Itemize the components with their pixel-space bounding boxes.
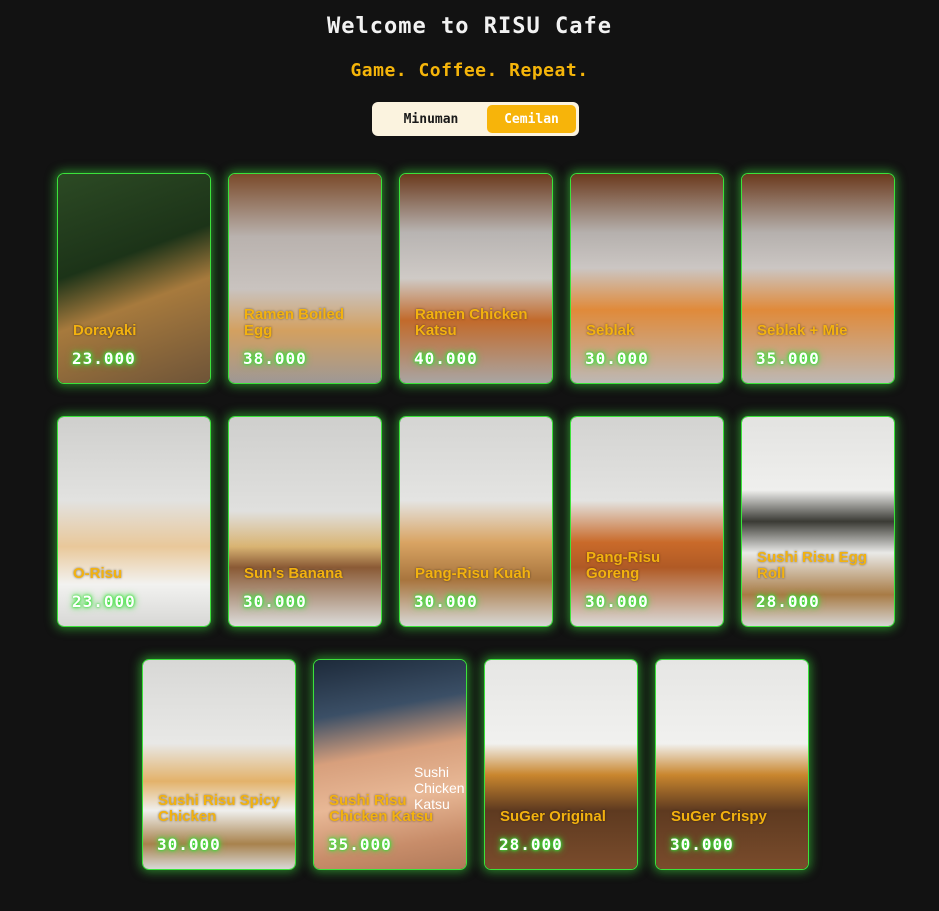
menu-card-ramen-chicken-katsu[interactable]: Ramen Chicken Katsu 40.000 bbox=[399, 173, 553, 384]
menu-card-sushi-risu-spicy-chicken[interactable]: Sushi Risu Spicy Chicken 30.000 bbox=[142, 659, 296, 870]
menu-item-price: 35.000 bbox=[328, 835, 392, 854]
menu-card-o-risu[interactable]: O-Risu 23.000 bbox=[57, 416, 211, 627]
menu-card-ramen-boiled-egg[interactable]: Ramen Boiled Egg 38.000 bbox=[228, 173, 382, 384]
menu-item-name: Sun's Banana bbox=[244, 565, 343, 582]
tab-cemilan[interactable]: Cemilan bbox=[487, 105, 576, 133]
menu-card-suger-original[interactable]: SuGer Original 28.000 bbox=[484, 659, 638, 870]
menu-item-name: Ramen Boiled Egg bbox=[244, 306, 345, 339]
menu-item-price: 23.000 bbox=[72, 349, 136, 368]
menu-item-price: 40.000 bbox=[414, 349, 478, 368]
menu-item-name: Seblak bbox=[586, 322, 635, 339]
menu-card-sushi-risu-chicken-katsu[interactable]: Sushi Chicken Katsu Sushi Risu Chicken K… bbox=[313, 659, 467, 870]
menu-item-price: 28.000 bbox=[756, 592, 820, 611]
menu-item-name: Dorayaki bbox=[73, 322, 137, 339]
page-title: Welcome to RISU Cafe bbox=[327, 14, 612, 39]
menu-item-name: Ramen Chicken Katsu bbox=[415, 306, 528, 339]
menu-item-price: 30.000 bbox=[243, 592, 307, 611]
menu-item-price: 30.000 bbox=[585, 592, 649, 611]
menu-item-price: 30.000 bbox=[585, 349, 649, 368]
menu-card-suns-banana[interactable]: Sun's Banana 30.000 bbox=[228, 416, 382, 627]
menu-card-seblak-mie[interactable]: Seblak + Mie 35.000 bbox=[741, 173, 895, 384]
menu-card-pang-risu-goreng[interactable]: Pang-Risu Goreng 30.000 bbox=[570, 416, 724, 627]
page-subtitle: Game. Coffee. Repeat. bbox=[350, 60, 589, 81]
menu-item-name: SuGer Crispy bbox=[671, 808, 767, 825]
menu-card-sushi-risu-egg-roll[interactable]: Sushi Risu Egg Roll 28.000 bbox=[741, 416, 895, 627]
menu-item-price: 35.000 bbox=[756, 349, 820, 368]
menu-card-pang-risu-kuah[interactable]: Pang-Risu Kuah 30.000 bbox=[399, 416, 553, 627]
menu-item-name: Pang-Risu Goreng bbox=[586, 549, 661, 582]
menu-item-name: O-Risu bbox=[73, 565, 123, 582]
menu-item-name: Sushi Risu Spicy Chicken bbox=[158, 792, 280, 825]
menu-item-price: 30.000 bbox=[670, 835, 734, 854]
tab-minuman[interactable]: Minuman bbox=[375, 105, 487, 133]
menu-item-price: 28.000 bbox=[499, 835, 563, 854]
menu-item-name: Sushi Risu Egg Roll bbox=[757, 549, 868, 582]
menu-card-suger-crispy[interactable]: SuGer Crispy 30.000 bbox=[655, 659, 809, 870]
menu-item-price: 30.000 bbox=[414, 592, 478, 611]
menu-item-price: 38.000 bbox=[243, 349, 307, 368]
menu-card-seblak[interactable]: Seblak 30.000 bbox=[570, 173, 724, 384]
menu-card-dorayaki[interactable]: Dorayaki 23.000 bbox=[57, 173, 211, 384]
menu-item-price: 30.000 bbox=[157, 835, 221, 854]
menu-item-price: 23.000 bbox=[72, 592, 136, 611]
menu-item-name: Seblak + Mie bbox=[757, 322, 848, 339]
menu-item-name: SuGer Original bbox=[500, 808, 606, 825]
menu-item-name: Sushi Risu Chicken Katsu bbox=[329, 792, 434, 825]
menu-item-name: Pang-Risu Kuah bbox=[415, 565, 531, 582]
category-toggle: Minuman Cemilan bbox=[372, 102, 579, 136]
